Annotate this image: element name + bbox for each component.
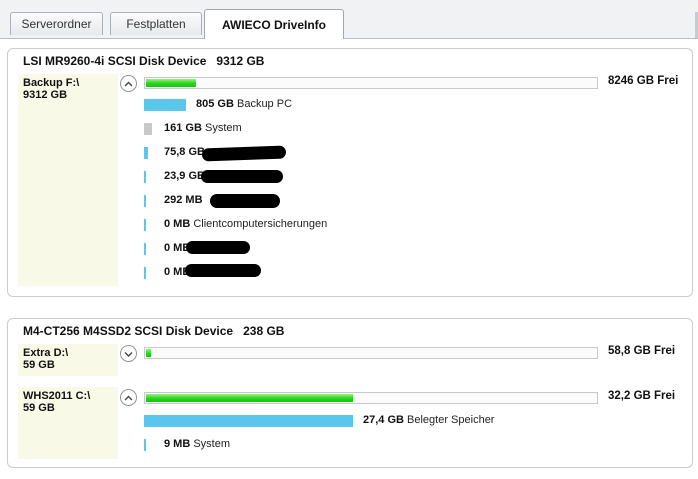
usage-fill [146, 349, 151, 357]
disk-title: M4-CT256 M4SSD2 SCSI Disk Device 238 GB [23, 324, 284, 338]
tab-festplatten[interactable]: Festplatten [110, 12, 202, 35]
item-bar [144, 219, 146, 231]
item-row: 27,4 GB Belegter Speicher [8, 413, 688, 429]
redaction-mark [186, 241, 250, 254]
item-bar [144, 99, 186, 111]
free-space: 8246 GB Frei [608, 75, 679, 87]
free-space: 58,8 GB Frei [608, 345, 676, 357]
usage-bar [144, 347, 598, 359]
disk-size: 238 GB [243, 324, 285, 338]
item-size: 9 MB [164, 438, 191, 450]
redaction-mark [201, 170, 283, 183]
item-bar [144, 123, 152, 135]
item-size: 292 MB [164, 194, 203, 206]
usage-fill [146, 79, 196, 87]
item-label: Backup PC [236, 98, 293, 110]
disk-size: 9312 GB [216, 54, 265, 68]
item-bar [144, 243, 146, 255]
usage-bar [144, 77, 598, 89]
item-text: 23,9 GB [164, 170, 205, 182]
item-row: 0 MB Clientcomputersicherungen [8, 217, 688, 233]
volume-size: 59 GB [23, 359, 55, 371]
disk-group-m4: M4-CT256 M4SSD2 SCSI Disk Device 238 GB E… [7, 318, 693, 468]
item-bar [144, 195, 146, 207]
item-size: 0 MB [164, 218, 191, 230]
item-text: 27,4 GB Belegter Speicher [363, 414, 494, 426]
item-size: 805 GB [196, 98, 234, 110]
item-row: 75,8 GB [8, 145, 688, 161]
disk-name: M4-CT256 M4SSD2 SCSI Disk Device [23, 324, 234, 338]
collapse-chevron-up-icon[interactable] [120, 75, 137, 92]
item-text: 0 MB Clientcomputersicherungen [164, 218, 327, 230]
item-text: 292 MB [164, 194, 203, 206]
item-text: 161 GB System [164, 122, 242, 134]
item-size: 27,4 GB [363, 414, 404, 426]
item-row: 161 GB System [8, 121, 688, 137]
item-label: System [193, 438, 231, 450]
volume-name: WHS2011 C:\ [23, 390, 91, 402]
collapse-chevron-up-icon[interactable] [120, 389, 137, 406]
item-bar [144, 171, 146, 183]
item-size: 23,9 GB [164, 170, 205, 182]
item-text: 75,8 GB [164, 146, 205, 158]
item-label: Belegter Speicher [407, 414, 495, 426]
redaction-mark [185, 264, 261, 277]
item-bar [144, 147, 148, 159]
item-size: 75,8 GB [164, 146, 205, 158]
disk-title: LSI MR9260-4i SCSI Disk Device 9312 GB [23, 54, 264, 68]
item-row: 0 MB [8, 241, 688, 257]
volume-name: Extra D:\ [23, 347, 69, 359]
item-row: 23,9 GB [8, 169, 688, 185]
tab-serverordner[interactable]: Serverordner [10, 12, 103, 35]
item-row: 805 GB Backup PC [8, 97, 688, 113]
disk-name: LSI MR9260-4i SCSI Disk Device [23, 54, 207, 68]
disk-group-lsi: LSI MR9260-4i SCSI Disk Device 9312 GB Ba… [7, 48, 693, 297]
item-bar [144, 439, 146, 451]
item-text: 805 GB Backup PC [196, 98, 292, 110]
usage-bar [144, 392, 598, 404]
expand-chevron-down-icon[interactable] [120, 345, 137, 362]
free-space: 32,2 GB Frei [608, 390, 676, 402]
volume-name: Backup F:\ [23, 77, 80, 89]
item-bar [144, 267, 146, 279]
usage-fill [146, 394, 353, 402]
tab-awieco-driveinfo[interactable]: AWIECO DriveInfo [204, 9, 344, 39]
item-bar [144, 415, 353, 427]
volume-info-extra: Extra D:\ 59 GB [18, 344, 118, 376]
item-label: System [204, 122, 242, 134]
item-label: Clientcomputersicherungen [193, 218, 328, 230]
item-size: 161 GB [164, 122, 202, 134]
item-row: 0 MB [8, 265, 688, 281]
item-row: 9 MB System [8, 437, 688, 453]
redaction-mark [210, 194, 280, 208]
item-row: 292 MB [8, 193, 688, 209]
tab-strip: Serverordner Festplatten AWIECO DriveInf… [0, 0, 698, 39]
item-text: 9 MB System [164, 438, 230, 450]
